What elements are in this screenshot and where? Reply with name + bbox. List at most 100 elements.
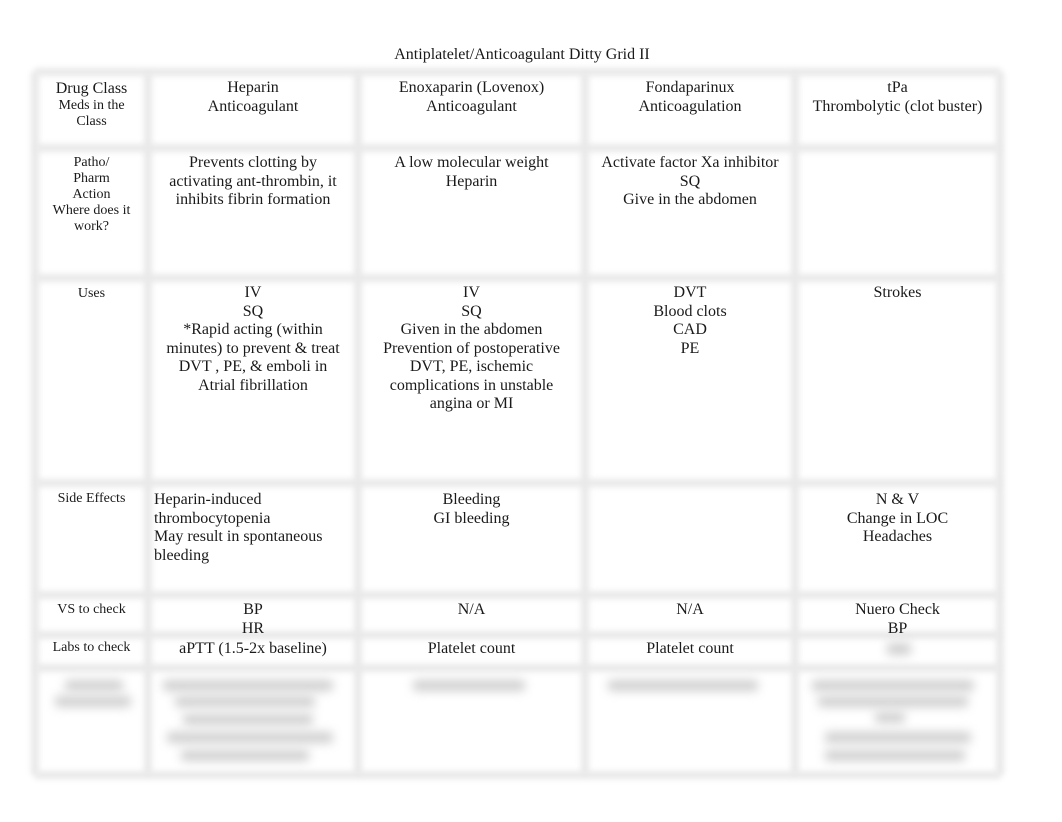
cell-text-line: N/A xyxy=(457,601,486,618)
row-label-line: Pharm xyxy=(73,171,110,186)
cell-text-line: SQ xyxy=(461,302,482,320)
cell-vs-tpa: Nuero Check BP xyxy=(795,595,1000,637)
document-page: Antiplatelet/Anticoagulant Ditty Grid II… xyxy=(0,0,1062,822)
cell-text-line: DVT xyxy=(673,284,707,301)
header-label-meds: Meds in the xyxy=(58,98,125,113)
cell-text-line: BP xyxy=(243,601,263,618)
cell-text-line: *Rapid acting (within xyxy=(183,321,323,338)
cell-text-line: PE xyxy=(680,339,700,357)
cell-text-line: SQ xyxy=(679,172,701,190)
drug-name: Fondaparinux xyxy=(645,79,735,96)
blurred-text xyxy=(818,696,968,707)
header-label-class: Class xyxy=(76,114,107,129)
blurred-text xyxy=(812,680,974,691)
drug-class: Thrombolytic (clot buster) xyxy=(812,97,983,115)
cell-side-effects-fondaparinux xyxy=(585,483,795,595)
blurred-text xyxy=(55,696,131,707)
blurred-text xyxy=(608,680,758,691)
cell-text-line: IV xyxy=(244,284,262,301)
cell-text-line: A low molecular weight xyxy=(394,154,549,171)
cell-vs-heparin: BP HR xyxy=(148,595,358,637)
row-label-line: Uses xyxy=(77,286,106,301)
blurred-text xyxy=(163,680,333,691)
cell-text-line: N & V xyxy=(875,491,920,508)
blurred-text xyxy=(65,680,123,691)
cell-patho-heparin: Prevents clotting by activating ant-throm… xyxy=(148,148,358,278)
cell-text-line: Prevents clotting by xyxy=(189,154,317,171)
header-label-cell: Drug Class Meds in the Class xyxy=(35,72,148,148)
cell-uses-fondaparinux: DVT Blood clots CAD PE xyxy=(585,278,795,483)
cell-text-line: CAD xyxy=(673,321,707,338)
cell-text-line: GI bleeding xyxy=(433,509,510,527)
cell-uses-tpa: Strokes xyxy=(795,278,1000,483)
blurred-row xyxy=(35,668,1000,775)
cell-text-line: Given in the abdomen xyxy=(400,321,543,338)
row-label-line: VS to check xyxy=(57,602,126,617)
header-drug-fondaparinux: Fondaparinux Anticoagulation xyxy=(585,72,795,148)
ditty-grid-table: Drug Class Meds in the Class Heparin Ant… xyxy=(31,68,1004,779)
cell-labs-heparin: aPTT (1.5-2x baseline) xyxy=(148,635,358,668)
cell-text-line: complications in unstable xyxy=(389,376,554,394)
cell-text-line: activating ant-thrombin, it xyxy=(169,172,337,190)
drug-name: tPa xyxy=(887,79,908,96)
header-drug-enoxaparin: Enoxaparin (Lovenox) Anticoagulant xyxy=(358,72,585,148)
cell-side-effects-enoxaparin: Bleeding GI bleeding xyxy=(358,483,585,595)
row-label-uses: Uses xyxy=(35,278,148,483)
row-label-labs: Labs to check xyxy=(35,635,148,668)
header-drug-tpa: tPa Thrombolytic (clot buster) xyxy=(795,72,1000,148)
blurred-text xyxy=(183,714,313,725)
cell-text-line: Platelet count xyxy=(646,640,734,657)
blurred-text xyxy=(887,643,911,655)
blurred-text xyxy=(413,680,525,691)
cell-text-line: Headaches xyxy=(862,528,933,545)
row-label-side-effects: Side Effects xyxy=(35,483,148,595)
cell-uses-enoxaparin: IV SQ Given in the abdomen Prevention of po… xyxy=(358,278,585,483)
cell-labs-tpa xyxy=(795,635,1000,668)
cell-text-line: Bleeding xyxy=(442,491,501,508)
cell-text-line: DVT, PE, ischemic xyxy=(409,358,534,375)
blurred-text xyxy=(181,750,309,761)
cell-text-line: May result in spontaneous xyxy=(154,528,323,545)
drug-name: Heparin xyxy=(227,79,279,96)
header-drug-heparin: Heparin Anticoagulant xyxy=(148,72,358,148)
cell-text-line: minutes) to prevent & treat xyxy=(166,339,340,357)
row-label-patho: Patho/Pharm Action Where does it work? xyxy=(35,148,148,278)
row-label-vs: VS to check xyxy=(35,595,148,635)
cell-text-line: Prevention of postoperative xyxy=(383,339,560,357)
drug-class: Anticoagulation xyxy=(638,97,742,115)
row-label-line: Where does it xyxy=(52,203,131,218)
cell-text-line: Change in LOC xyxy=(846,509,949,527)
cell-text-line: Nuero Check xyxy=(855,601,940,618)
drug-name: Enoxaparin (Lovenox) xyxy=(398,79,545,96)
blurred-text xyxy=(875,712,905,723)
blurred-text xyxy=(175,696,315,707)
blurred-text xyxy=(167,732,333,743)
cell-labs-enoxaparin: Platelet count xyxy=(358,635,585,668)
blurred-text xyxy=(825,750,965,761)
document-title: Antiplatelet/Anticoagulant Ditty Grid II xyxy=(394,46,650,63)
cell-text-line: angina or MI xyxy=(429,395,514,412)
drug-class: Anticoagulant xyxy=(207,97,299,115)
cell-text-line: Activate factor Xa inhibitor xyxy=(601,154,779,171)
cell-text-line: Heparin xyxy=(445,172,498,190)
cell-text-line: Atrial fibrillation xyxy=(198,376,308,394)
cell-text-line: inhibits fibrin formation xyxy=(175,191,331,208)
header-label-drug-class: Drug Class xyxy=(55,80,128,97)
cell-text-line: thrombocytopenia xyxy=(154,509,271,527)
row-label-line: work? xyxy=(74,219,109,234)
cell-patho-tpa xyxy=(795,148,1000,278)
cell-uses-heparin: IV SQ *Rapid acting (within minutes) to pre… xyxy=(148,278,358,483)
drug-class: Anticoagulant xyxy=(426,97,517,115)
row-label-line: Action xyxy=(72,187,111,202)
cell-text-line: Strokes xyxy=(873,284,922,301)
cell-text-line: Blood clots xyxy=(653,302,727,320)
row-label-line: Side Effects xyxy=(57,491,126,506)
cell-vs-enoxaparin: N/A xyxy=(358,595,585,635)
cell-patho-enoxaparin: A low molecular weight Heparin xyxy=(358,148,585,278)
cell-text-line: N/A xyxy=(676,601,704,618)
cell-patho-fondaparinux: Activate factor Xa inhibitor SQ Give in th… xyxy=(585,148,795,278)
cell-text-line: Give in the abdomen xyxy=(623,191,757,208)
cell-text-line: DVT , PE, & emboli in xyxy=(178,358,328,375)
cell-text-line: aPTT (1.5-2x baseline) xyxy=(179,640,327,657)
cell-side-effects-heparin: Heparin-induced thrombocytopenia May resul… xyxy=(148,483,358,595)
